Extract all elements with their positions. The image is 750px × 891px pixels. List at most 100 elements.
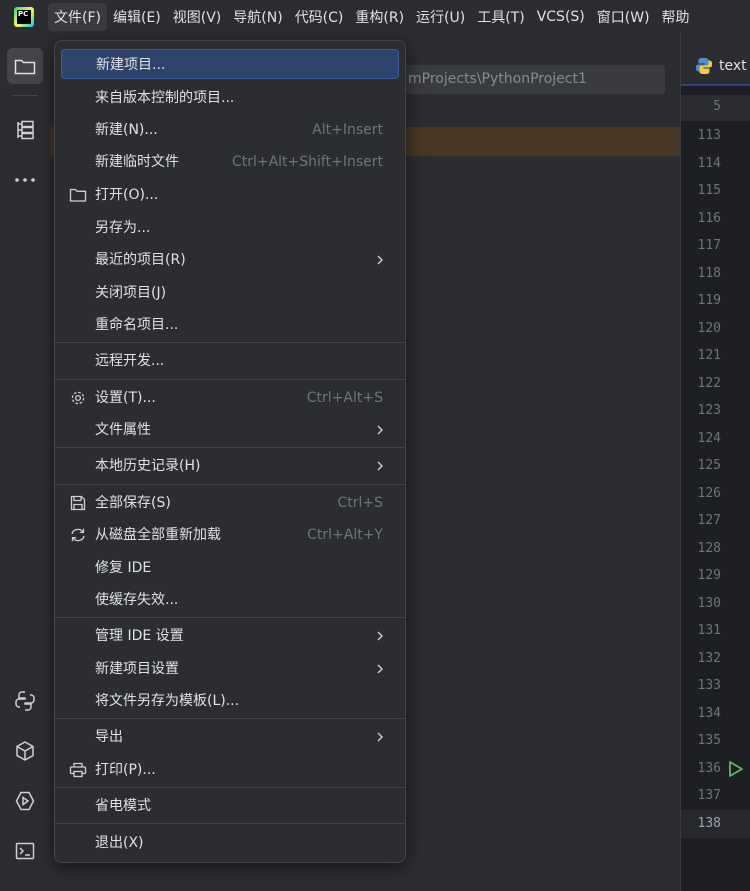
chevron-right-icon bbox=[377, 425, 383, 435]
python-packages-icon[interactable] bbox=[7, 683, 43, 719]
menu-item-close-project[interactable]: 关闭项目(J) bbox=[61, 278, 399, 308]
chevron-right-icon bbox=[377, 664, 383, 674]
menu-tools[interactable]: 工具(T) bbox=[471, 3, 530, 31]
menu-item-label: 本地历史记录(H) bbox=[95, 458, 201, 474]
line-number: 123 bbox=[697, 403, 721, 418]
menu-item-label: 来自版本控制的项目... bbox=[95, 90, 235, 106]
sticky-line-number: 5 bbox=[713, 99, 721, 114]
menu-code[interactable]: 代码(C) bbox=[289, 3, 350, 31]
menu-item-exit[interactable]: 退出(X) bbox=[61, 828, 399, 858]
structure-icon[interactable] bbox=[7, 112, 43, 148]
menu-item-file-properties[interactable]: 文件属性 bbox=[61, 415, 399, 445]
project-folder-icon[interactable] bbox=[7, 48, 43, 84]
menu-item-settings[interactable]: 设置(T)... Ctrl+Alt+S bbox=[61, 383, 399, 413]
menu-item-open[interactable]: 打开(O)... bbox=[61, 180, 399, 210]
menu-item-reload-from-disk[interactable]: 从磁盘全部重新加载 Ctrl+Alt+Y bbox=[61, 520, 399, 550]
run-icon[interactable] bbox=[728, 760, 744, 778]
menu-run[interactable]: 运行(U) bbox=[410, 3, 471, 31]
line-number: 131 bbox=[697, 623, 721, 638]
line-number: 116 bbox=[697, 210, 721, 226]
chevron-right-icon bbox=[377, 255, 383, 265]
menu-item-manage-ide-settings[interactable]: 管理 IDE 设置 bbox=[61, 621, 399, 651]
menu-item-power-save-mode[interactable]: 省电模式 bbox=[61, 791, 399, 821]
line-number: 126 bbox=[697, 485, 721, 501]
menu-item-save-as[interactable]: 另存为... bbox=[61, 213, 399, 243]
line-number: 121 bbox=[697, 348, 721, 363]
line-number: 136 bbox=[697, 760, 721, 776]
line-number: 127 bbox=[697, 513, 721, 528]
menu-item-label: 设置(T)... bbox=[95, 390, 156, 406]
menu-item-project-from-vcs[interactable]: 来自版本控制的项目... bbox=[61, 83, 399, 113]
menu-window[interactable]: 窗口(W) bbox=[591, 3, 656, 31]
menu-item-label: 修复 IDE bbox=[95, 560, 152, 576]
line-number: 138 bbox=[697, 815, 721, 831]
menu-item-label: 另存为... bbox=[95, 220, 151, 236]
menu-item-remote-development[interactable]: 远程开发... bbox=[61, 346, 399, 376]
line-number: 133 bbox=[697, 678, 721, 693]
chevron-right-icon bbox=[377, 461, 383, 471]
python-console-icon[interactable] bbox=[7, 733, 43, 769]
menu-vcs[interactable]: VCS(S) bbox=[531, 5, 591, 29]
menu-item-label: 新建项目... bbox=[96, 57, 166, 73]
menu-separator bbox=[55, 787, 405, 788]
more-tools-icon[interactable] bbox=[7, 162, 43, 198]
line-number: 125 bbox=[697, 458, 721, 473]
menu-item-label: 管理 IDE 设置 bbox=[95, 628, 184, 644]
file-menu-dropdown: 新建项目... 来自版本控制的项目... 新建(N)... Alt+Insert… bbox=[54, 40, 406, 863]
menu-item-new-project[interactable]: 新建项目... bbox=[61, 49, 399, 79]
editor-tab[interactable]: text bbox=[695, 57, 747, 75]
menu-item-label: 新建临时文件 bbox=[95, 154, 179, 170]
line-number: 124 bbox=[697, 430, 721, 446]
menu-separator bbox=[55, 484, 405, 485]
menu-separator bbox=[55, 447, 405, 448]
menu-refactor[interactable]: 重构(R) bbox=[349, 3, 410, 31]
menu-help[interactable]: 帮助 bbox=[656, 3, 696, 31]
terminal-icon[interactable] bbox=[7, 833, 43, 869]
menu-item-save-file-as-template[interactable]: 将文件另存为模板(L)... bbox=[61, 686, 399, 716]
menu-file[interactable]: 文件(F) bbox=[48, 2, 107, 31]
line-number: 130 bbox=[697, 595, 721, 611]
services-icon[interactable] bbox=[7, 783, 43, 819]
menu-item-rename-project[interactable]: 重命名项目... bbox=[61, 310, 399, 340]
menu-edit[interactable]: 编辑(E) bbox=[107, 3, 167, 31]
menu-separator bbox=[55, 342, 405, 343]
menu-item-invalidate-caches[interactable]: 使缓存失效... bbox=[61, 585, 399, 615]
menu-item-new-project-setup[interactable]: 新建项目设置 bbox=[61, 654, 399, 684]
menu-item-repair-ide[interactable]: 修复 IDE bbox=[61, 553, 399, 583]
menu-navigate[interactable]: 导航(N) bbox=[227, 3, 288, 31]
line-number: 119 bbox=[697, 293, 721, 308]
menu-item-new[interactable]: 新建(N)... Alt+Insert bbox=[61, 115, 399, 145]
save-icon bbox=[70, 495, 86, 511]
chevron-right-icon bbox=[377, 732, 383, 742]
line-number: 114 bbox=[697, 155, 721, 171]
menu-view[interactable]: 视图(V) bbox=[167, 3, 228, 31]
folder-icon bbox=[69, 188, 87, 202]
menu-item-local-history[interactable]: 本地历史记录(H) bbox=[61, 451, 399, 481]
menu-item-label: 打印(P)... bbox=[95, 762, 156, 778]
pycharm-logo-icon[interactable]: PC _ bbox=[14, 6, 34, 27]
menu-item-label: 新建(N)... bbox=[95, 122, 158, 138]
menu-item-label: 文件属性 bbox=[95, 422, 151, 438]
menu-separator bbox=[55, 379, 405, 380]
menu-item-label: 新建项目设置 bbox=[95, 661, 179, 677]
menu-item-label: 导出 bbox=[95, 729, 123, 745]
menu-separator bbox=[55, 823, 405, 824]
menu-item-label: 将文件另存为模板(L)... bbox=[95, 693, 240, 709]
menu-item-label: 全部保存(S) bbox=[95, 495, 171, 511]
menu-item-label: 使缓存失效... bbox=[95, 592, 179, 608]
line-number: 120 bbox=[697, 320, 721, 336]
menu-item-save-all[interactable]: 全部保存(S) Ctrl+S bbox=[61, 488, 399, 518]
menu-separator bbox=[55, 617, 405, 618]
editor-area[interactable]: text 5 113 114 115 116 117 118 119 120 121 122 123… bbox=[680, 33, 750, 891]
editor-tab-bar: text bbox=[681, 33, 750, 86]
menu-item-label: 重命名项目... bbox=[95, 317, 179, 333]
menu-item-recent-projects[interactable]: 最近的项目(R) bbox=[61, 245, 399, 275]
menubar: PC _ 文件(F) 编辑(E) 视图(V) 导航(N) 代码(C) 重构(R) … bbox=[0, 0, 750, 33]
menu-item-label: 从磁盘全部重新加载 bbox=[95, 527, 221, 543]
menu-item-new-scratch-file[interactable]: 新建临时文件 Ctrl+Alt+Shift+Insert bbox=[61, 147, 399, 177]
reload-icon bbox=[71, 528, 85, 542]
menu-item-print[interactable]: 打印(P)... bbox=[61, 755, 399, 785]
gear-icon bbox=[71, 391, 85, 405]
menu-item-export[interactable]: 导出 bbox=[61, 722, 399, 752]
line-number: 128 bbox=[697, 540, 721, 556]
